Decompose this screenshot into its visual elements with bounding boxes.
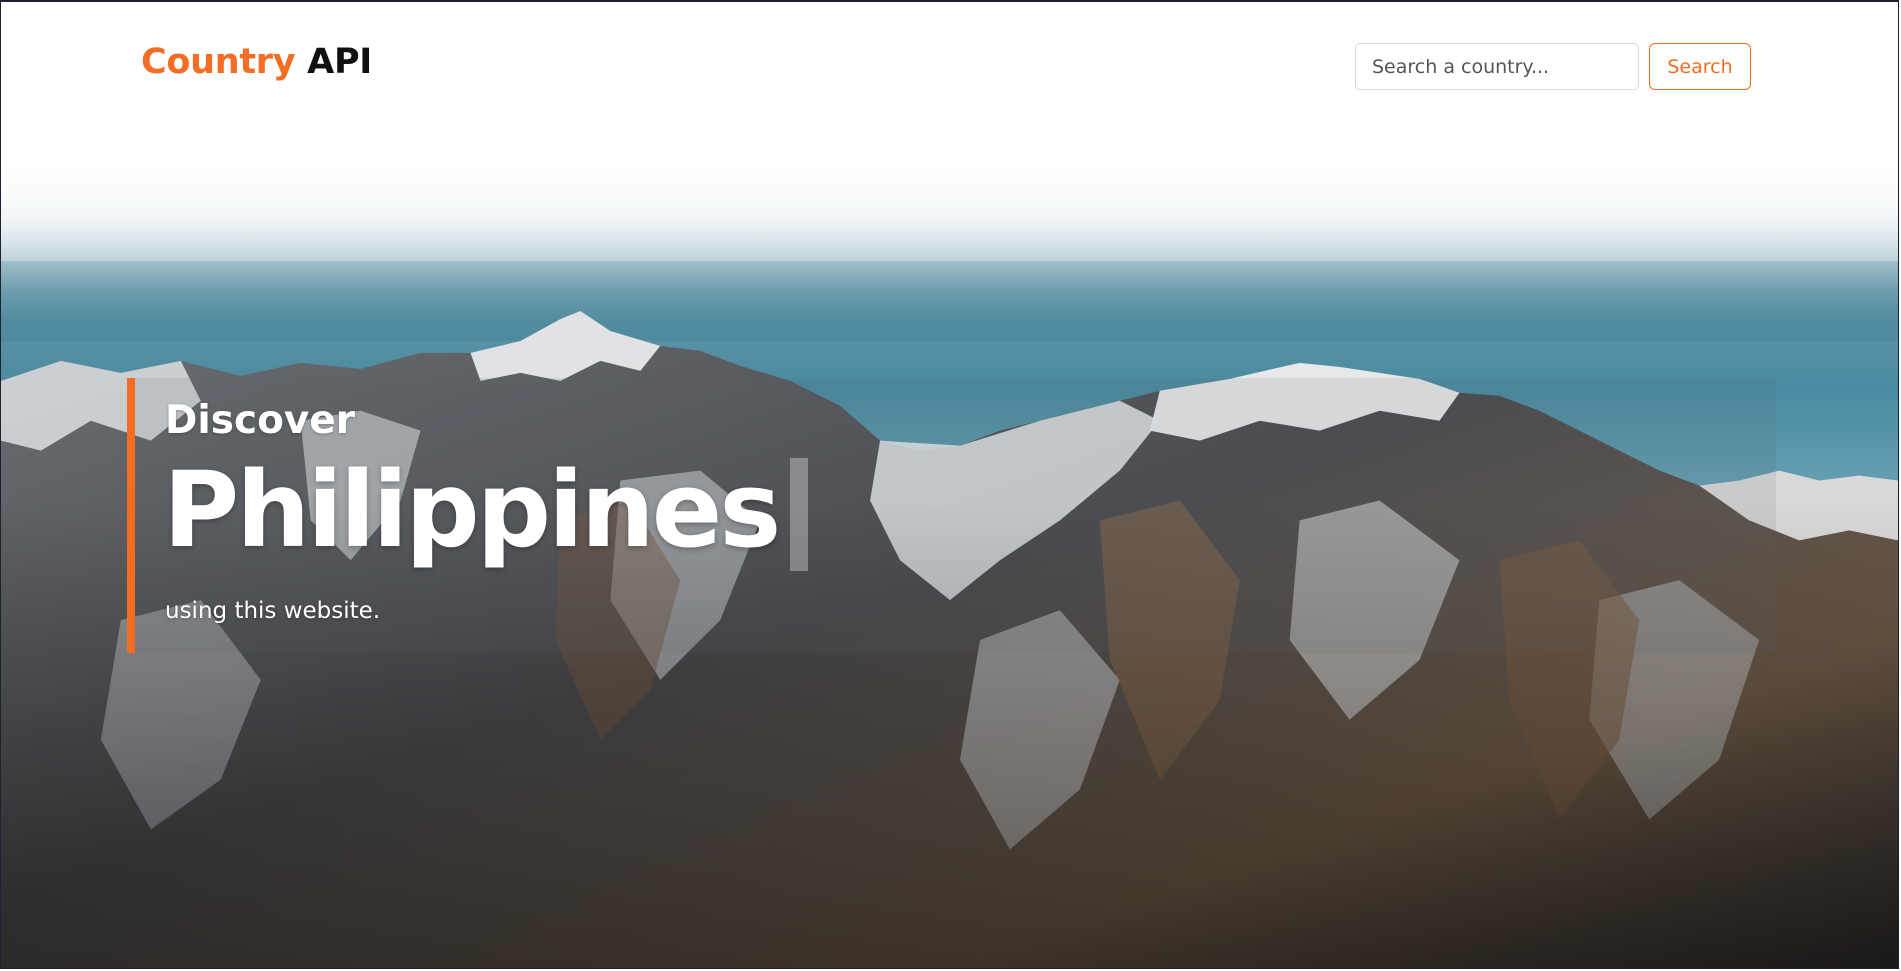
- site-header: Country API Search: [1, 2, 1898, 132]
- hero-eyebrow: Discover: [165, 398, 355, 443]
- brand-logo-api: API: [307, 42, 373, 82]
- browser-viewport: Country API Search Discover Philippines …: [0, 0, 1899, 969]
- hero-country-name: Philippines: [163, 449, 781, 571]
- search-button[interactable]: Search: [1649, 43, 1751, 90]
- hero-accent-bar: [127, 378, 135, 653]
- country-search-input[interactable]: [1355, 43, 1639, 90]
- typing-caret: [790, 458, 809, 571]
- hero-subtitle: using this website.: [165, 598, 381, 624]
- brand-logo[interactable]: Country API: [141, 42, 372, 82]
- hero-panel: Discover Philippines using this website.: [127, 378, 1776, 653]
- hero-country-wrap: Philippines: [163, 449, 809, 571]
- brand-logo-country: Country: [141, 42, 296, 82]
